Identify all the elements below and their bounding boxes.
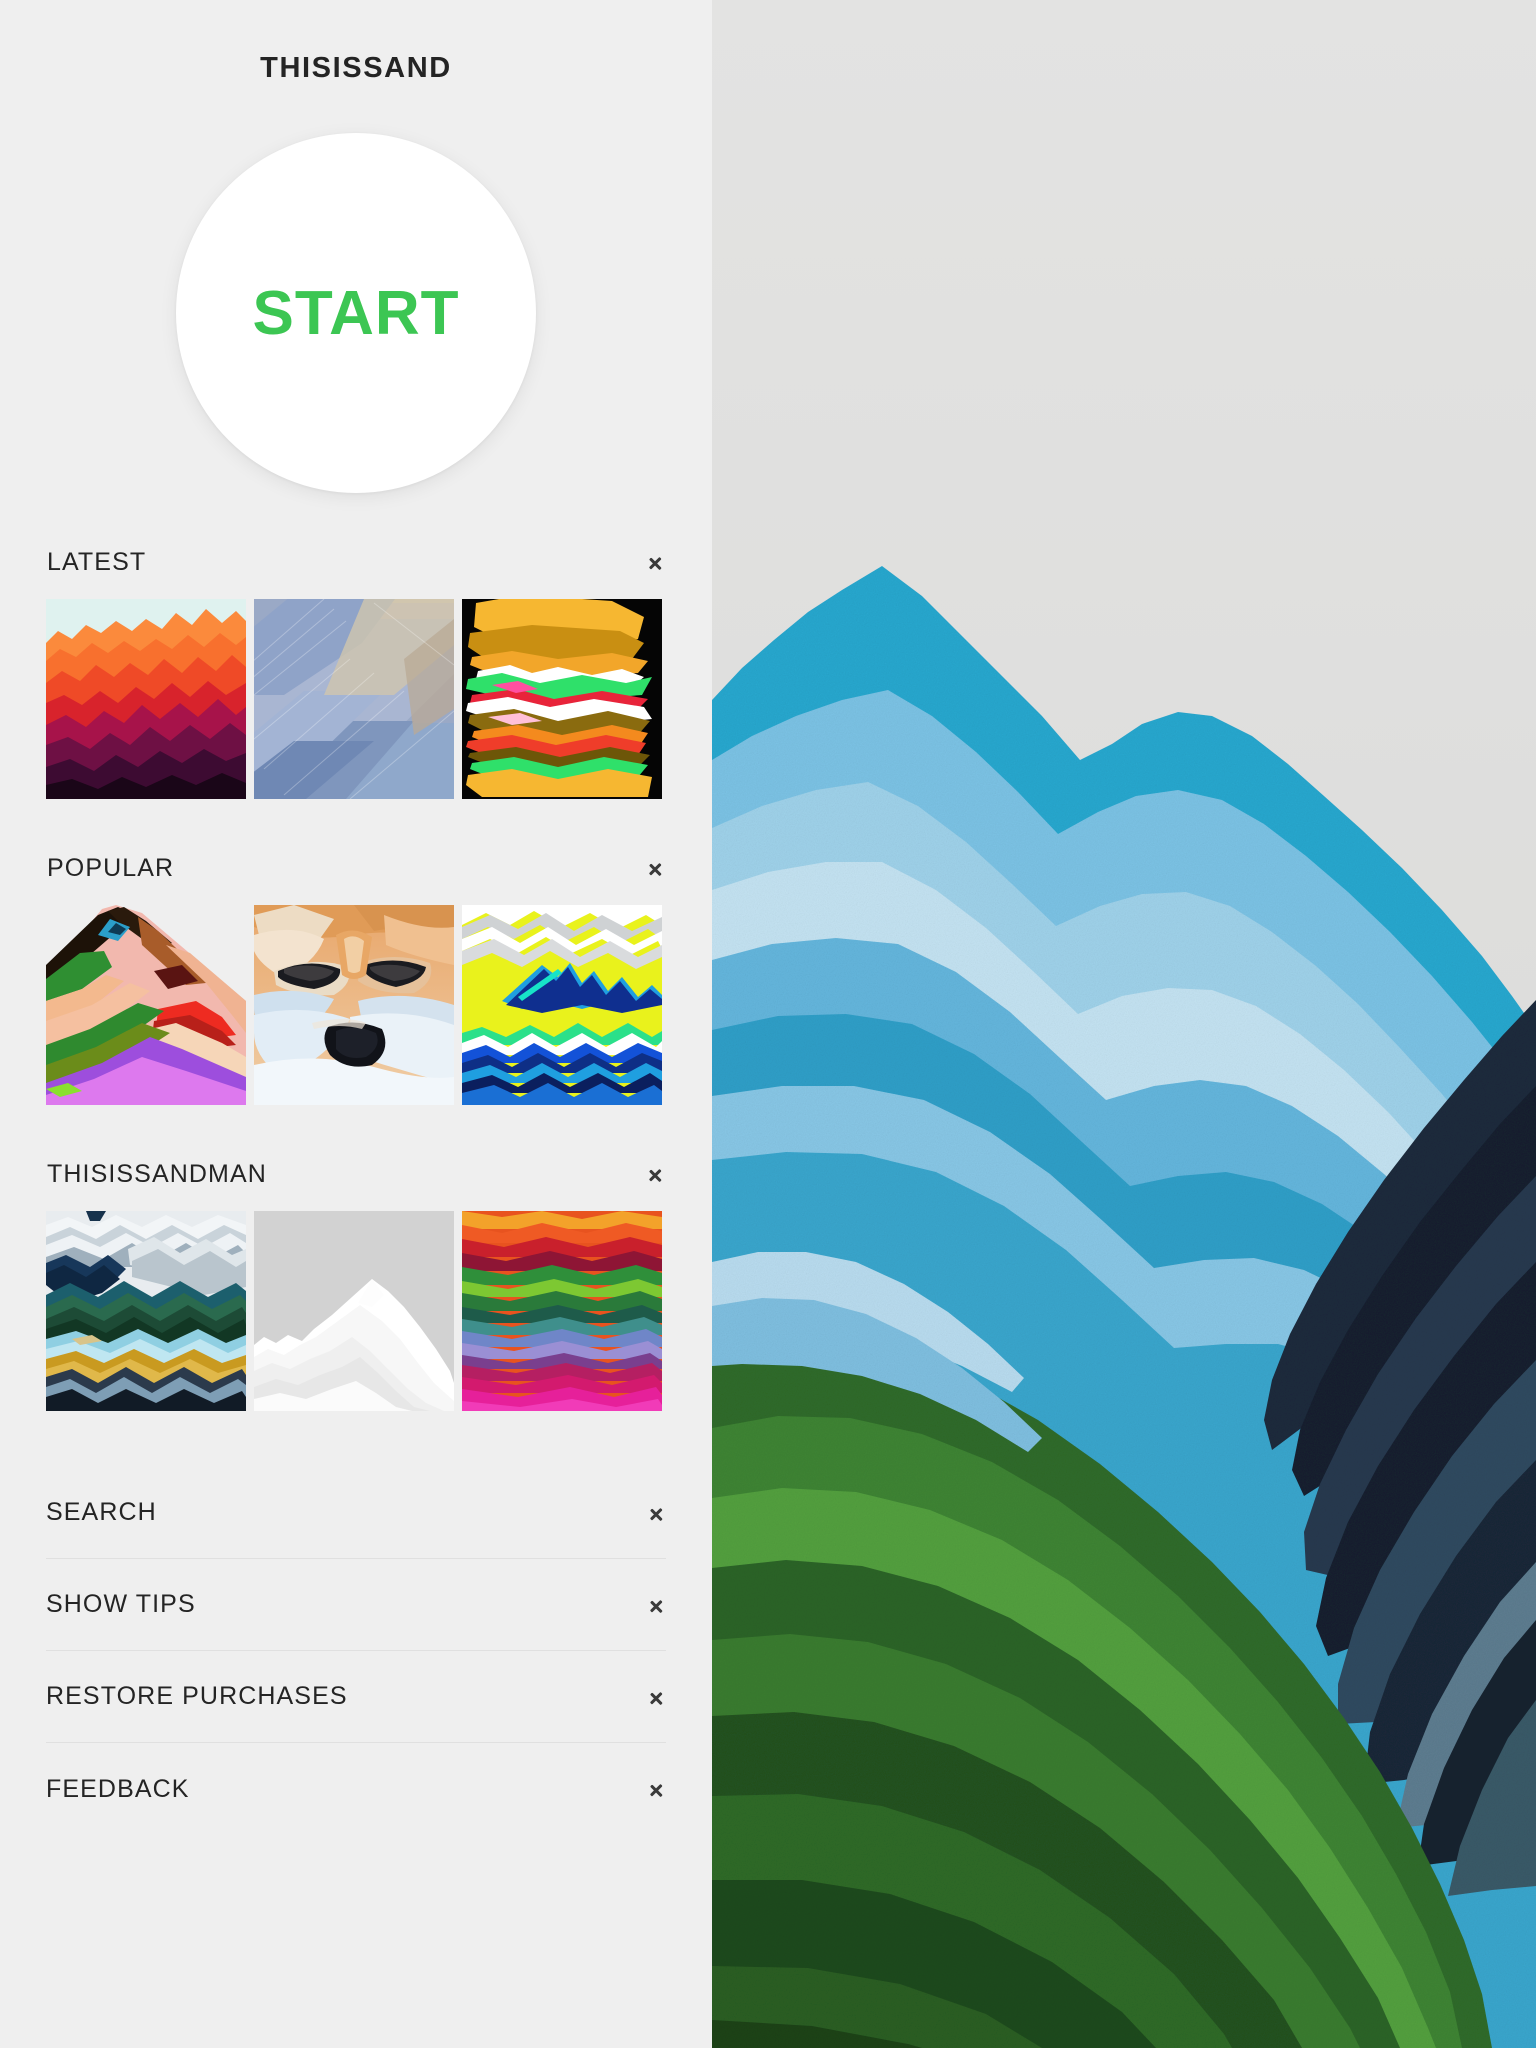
chevron-right-icon[interactable] — [649, 1161, 665, 1187]
menu-item-label: FEEDBACK — [46, 1774, 190, 1803]
thumbnail-row-popular — [0, 905, 712, 1105]
menu-item-label: SEARCH — [46, 1498, 157, 1526]
menu-item-label: SHOW TIPS — [46, 1590, 196, 1618]
section-title-latest: LATEST — [47, 547, 147, 576]
section-title-thisissandman: THISISSANDMAN — [47, 1159, 267, 1188]
section-header-latest[interactable]: LATEST — [0, 541, 712, 583]
section-thisissandman: THISISSANDMAN — [0, 1153, 712, 1411]
section-header-popular[interactable]: POPULAR — [0, 847, 712, 889]
thumbnail-black-yellow-green-stack[interactable] — [462, 599, 662, 799]
start-button[interactable]: START — [176, 133, 536, 493]
thumbnail-row-latest — [0, 599, 712, 799]
thumbnail-rainbow-strata[interactable] — [462, 1211, 662, 1411]
thumbnail-pink-green-peak[interactable] — [46, 905, 246, 1105]
menu-item-label: RESTORE PURCHASES — [46, 1682, 348, 1710]
start-button-container: START — [0, 133, 712, 493]
thumbnail-row-thisissandman — [0, 1211, 712, 1411]
section-header-thisissandman[interactable]: THISISSANDMAN — [0, 1153, 712, 1195]
menu-item-feedback[interactable]: FEEDBACK — [46, 1743, 666, 1835]
menu-item-show-tips[interactable]: SHOW TIPS — [46, 1559, 666, 1651]
chevron-right-icon[interactable] — [650, 1776, 666, 1802]
thumbnail-yellow-neon-waves[interactable] — [462, 905, 662, 1105]
thumbnail-orange-red-mountain-layers[interactable] — [46, 599, 246, 799]
menu-item-restore-purchases[interactable]: RESTORE PURCHASES — [46, 1651, 666, 1743]
thumbnail-fox-face-painting[interactable] — [254, 905, 454, 1105]
thumbnail-alpine-lake-valley[interactable] — [46, 1211, 246, 1411]
menu-item-search[interactable]: SEARCH — [46, 1467, 666, 1559]
chevron-right-icon[interactable] — [650, 1500, 666, 1526]
chevron-right-icon[interactable] — [650, 1592, 666, 1618]
sidebar: THISISSAND START LATEST POPULAR THISISSA… — [0, 0, 712, 2048]
sand-artwork-canvas[interactable] — [712, 0, 1536, 2048]
bottom-menu: SEARCH SHOW TIPS RESTORE PURCHASES FEEDB… — [0, 1467, 712, 1835]
page-title: THISISSAND — [260, 52, 452, 84]
thumbnail-white-snow-peak[interactable] — [254, 1211, 454, 1411]
start-button-label: START — [252, 278, 460, 348]
section-popular: POPULAR — [0, 847, 712, 1105]
section-latest: LATEST — [0, 541, 712, 799]
sand-artwork-svg — [712, 0, 1536, 2048]
chevron-right-icon[interactable] — [650, 1684, 666, 1710]
chevron-right-icon[interactable] — [649, 549, 665, 575]
app-root: THISISSAND START LATEST POPULAR THISISSA… — [0, 0, 1536, 2048]
thumbnail-pastel-blue-diagonal-strata[interactable] — [254, 599, 454, 799]
chevron-right-icon[interactable] — [649, 855, 665, 881]
section-title-popular: POPULAR — [47, 853, 175, 882]
